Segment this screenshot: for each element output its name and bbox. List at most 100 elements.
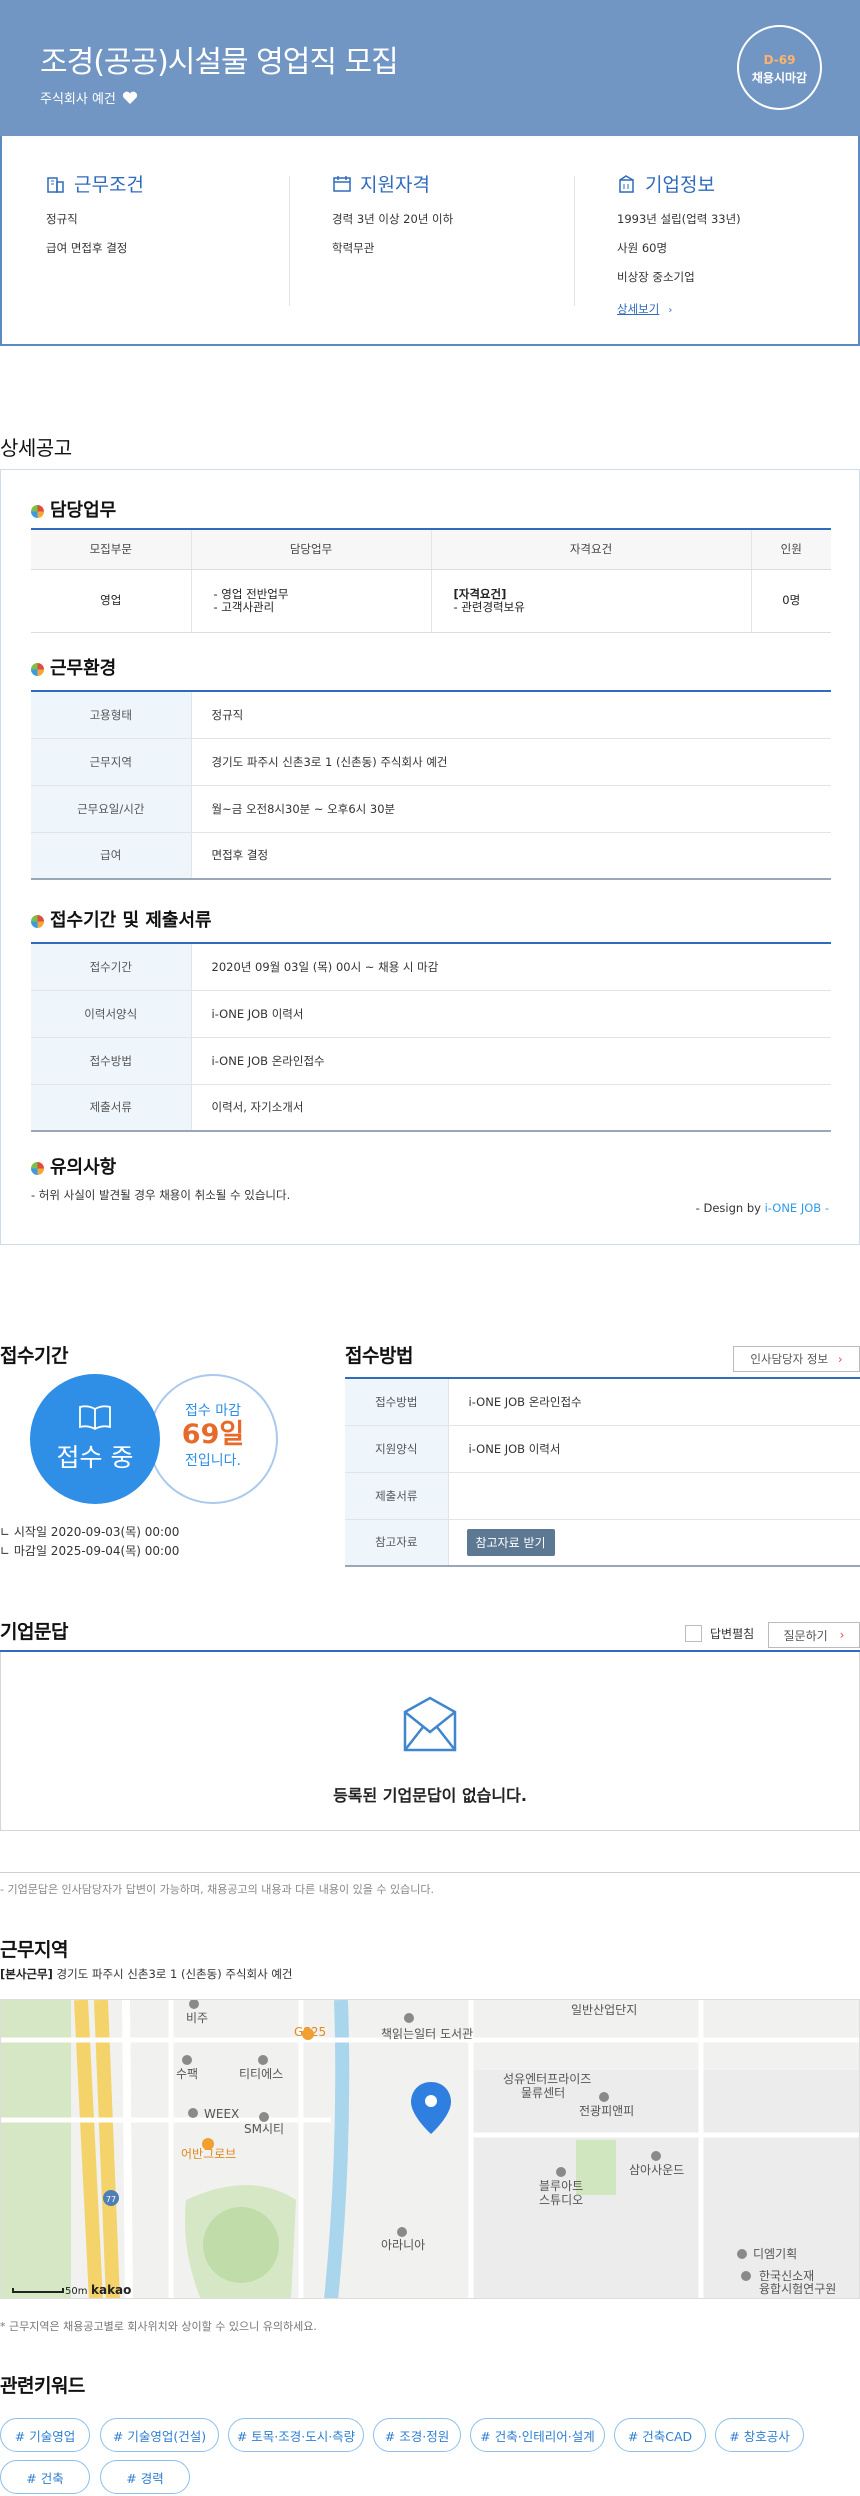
table-row: 제출서류	[345, 1472, 860, 1520]
close-label: 접수 마감	[185, 1403, 241, 1419]
qna-note: - 기업문답은 인사담당자가 답변이 가능하며, 채용공고의 내용과 다른 내용…	[0, 1883, 434, 1896]
reference-download-button[interactable]: 참고자료 받기	[466, 1528, 555, 1556]
keyword-tag[interactable]: # 기술영업(건설)	[100, 2418, 219, 2452]
apply-title: 접수기간 및 제출서류	[50, 910, 212, 931]
map-label: 비주	[186, 2011, 208, 2025]
company-detail-link[interactable]: 상세보기	[617, 302, 659, 316]
map-label: SM시티	[244, 2122, 284, 2136]
period-dates: ∟ 시작일 2020-09-03(목) 00:00 ∟ 마감일 2025-09-…	[0, 1523, 179, 1561]
caution-text: - 허위 사실이 발견될 경우 채용이 취소될 수 있습니다.	[31, 1188, 291, 1202]
heart-icon[interactable]	[122, 91, 138, 105]
row-label: 참고자료	[345, 1519, 449, 1567]
table-row: 접수기간 2020년 09월 03일 (목) 00시 ~ 채용 시 마감	[31, 943, 831, 991]
book-icon	[79, 1405, 111, 1431]
qna-empty-box: 등록된 기업문답이 없습니다.	[0, 1652, 860, 1831]
row-label: 지원양식	[345, 1425, 449, 1473]
work-condition-title: 근무조건	[74, 174, 144, 196]
row-value: 2020년 09월 03일 (목) 00시 ~ 채용 시 마감	[191, 943, 831, 991]
ask-question-button[interactable]: 질문하기 ›	[768, 1622, 860, 1648]
design-brand: i-ONE JOB	[764, 1201, 822, 1215]
table-row: 참고자료 참고자료 받기	[345, 1519, 860, 1567]
recruit-part: 영업	[31, 569, 191, 633]
deadline-type: 채용시마감	[751, 71, 808, 85]
dday-badge: D-69 채용시마감	[737, 25, 822, 110]
qna-title: 기업문답	[0, 1621, 68, 1643]
keyword-tag[interactable]: # 기술영업	[0, 2418, 90, 2452]
status-circle: 접수 중	[30, 1374, 160, 1504]
map-label: 한국신소재	[759, 2269, 814, 2283]
company-info-item: 1993년 설립(업력 33년)	[617, 212, 741, 226]
row-label: 접수방법	[31, 1037, 192, 1085]
route-77-label: 77	[106, 2195, 116, 2204]
job-summary: 근무조건 정규직 급여 면접후 결정 지원자격 경력 3년 이상 20년 이하 …	[0, 136, 860, 346]
apply-heading: 접수기간 및 제출서류	[31, 906, 212, 932]
method-title: 접수방법	[345, 1345, 413, 1367]
deadline-circle: 접수 마감 69일 전입니다.	[148, 1374, 278, 1504]
col-header: 담당업무	[190, 529, 431, 570]
job-header: 조경(공공)시설물 영업직 모집 주식회사 예건 D-69 채용시마감	[0, 0, 860, 136]
row-value: 이력서, 자기소개서	[191, 1084, 831, 1132]
map-label: 삼아사운드	[629, 2163, 684, 2177]
work-condition-item: 급여 면접후 결정	[46, 241, 128, 255]
building-icon	[47, 176, 64, 193]
table-row: 접수방법 i-ONE JOB 온라인접수	[345, 1378, 860, 1426]
row-value: 정규직	[191, 691, 831, 739]
col-header: 인원	[750, 529, 831, 570]
location-map[interactable]: 77 비주 GS25 책읽는일터 도서관 수팩 티티에스 WEEX SM시티 어…	[0, 1999, 860, 2299]
qualification: 지원자격 경력 3년 이상 20년 이하 학력무관	[332, 170, 602, 269]
keyword-tag[interactable]: # 건축·인테리어·설계	[470, 2418, 605, 2452]
job-title: 조경(공공)시설물 영업직 모집	[40, 45, 399, 80]
chevron-right-icon: ›	[668, 305, 673, 316]
map-label: 책읽는일터 도서관	[381, 2026, 473, 2041]
hr-info-label: 인사담당자 정보	[750, 1352, 829, 1366]
duty-line: - 영업 전반업무	[213, 586, 289, 601]
method-table: 접수방법 i-ONE JOB 온라인접수 지원양식 i-ONE JOB 이력서 제출…	[345, 1377, 860, 1567]
row-value: i-ONE JOB 이력서	[448, 1425, 860, 1473]
env-table: 고용형태 정규직 근무지역 경기도 파주시 신촌3로 1 (신촌동) 주식회사 예건…	[31, 690, 831, 880]
table-row: 근무지역 경기도 파주시 신촌3로 1 (신촌동) 주식회사 예건	[31, 738, 831, 786]
dday-count: D-69	[763, 53, 796, 67]
keyword-tag[interactable]: # 토목·조경·도시·측량	[228, 2418, 364, 2452]
qual-heading: [자격요건]	[453, 586, 507, 601]
company-info-title: 기업정보	[645, 174, 715, 196]
bullet-icon: ∟	[0, 1544, 14, 1558]
location-address: [본사근무] 경기도 파주시 신촌3로 1 (신촌동) 주식회사 예건	[0, 1966, 292, 1982]
keyword-tag[interactable]: # 건축	[0, 2460, 90, 2494]
keywords-title: 관련키워드	[0, 2375, 85, 2397]
row-label: 제출서류	[345, 1472, 449, 1520]
design-prefix: - Design by	[695, 1201, 765, 1215]
map-brand: kakao	[91, 2283, 131, 2297]
keyword-tag[interactable]: # 조경·정원	[373, 2418, 461, 2452]
qual-line: - 관련경력보유	[453, 599, 525, 614]
keyword-tag[interactable]: # 경력	[100, 2460, 190, 2494]
qna-empty-text: 등록된 기업문답이 없습니다.	[333, 1786, 527, 1805]
design-suffix: -	[821, 1201, 829, 1215]
env-title: 근무환경	[50, 658, 117, 679]
keyword-tag[interactable]: # 건축CAD	[614, 2418, 706, 2452]
qualification-title: 지원자격	[360, 174, 430, 196]
table-row: 지원양식 i-ONE JOB 이력서	[345, 1425, 860, 1473]
answer-expand-label: 답변펼침	[710, 1627, 755, 1641]
col-header: 자격요건	[430, 529, 751, 570]
company-name[interactable]: 주식회사 예건	[40, 88, 116, 107]
map-label: 융합시험연구원	[759, 2282, 836, 2296]
table-row: 제출서류 이력서, 자기소개서	[31, 1084, 831, 1132]
map-label: 물류센터	[521, 2086, 565, 2100]
hr-info-button[interactable]: 인사담당자 정보 ›	[733, 1346, 860, 1372]
bullet-icon	[31, 914, 44, 928]
bullet-icon	[31, 662, 44, 676]
row-value	[448, 1472, 860, 1520]
row-label: 근무요일/시간	[31, 785, 192, 833]
table-row: 고용형태 정규직	[31, 691, 831, 739]
map-canvas[interactable]: 77 비주 GS25 책읽는일터 도서관 수팩 티티에스 WEEX SM시티 어…	[1, 2000, 860, 2299]
keyword-tag[interactable]: # 창호공사	[715, 2418, 804, 2452]
caution-heading: 유의사항	[31, 1153, 116, 1179]
table-row: 급여 면접후 결정	[31, 832, 831, 880]
start-date: 시작일 2020-09-03(목) 00:00	[13, 1525, 180, 1539]
days-left: 69일	[181, 1419, 245, 1450]
answer-expand-toggle[interactable]: 답변펼침	[685, 1625, 754, 1642]
answer-expand-checkbox[interactable]	[685, 1625, 702, 1642]
row-value: i-ONE JOB 이력서	[191, 990, 831, 1038]
row-label: 근무지역	[31, 738, 192, 786]
map-label: 티티에스	[239, 2067, 283, 2081]
